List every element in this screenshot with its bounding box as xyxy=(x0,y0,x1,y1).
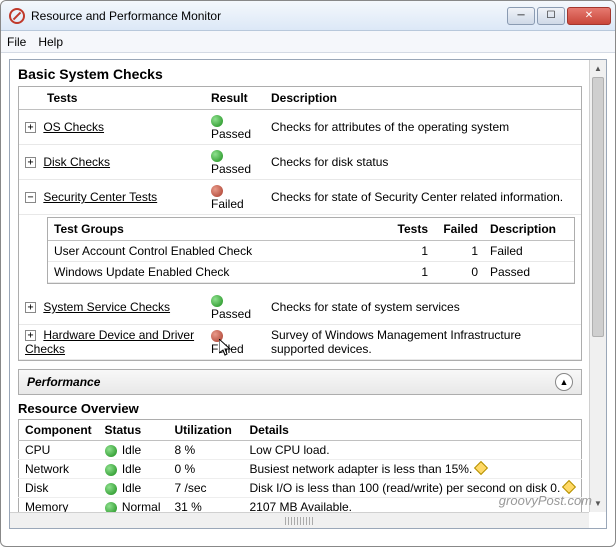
col-component: Component xyxy=(19,420,99,441)
subtable-row: User Account Control Enabled Check 1 1 F… xyxy=(48,241,574,262)
sub-name: User Account Control Enabled Check xyxy=(48,241,384,262)
sub-failed: 1 xyxy=(434,241,484,262)
desc-label: Checks for state of system services xyxy=(265,290,581,325)
subtable-header-row: Test Groups Tests Failed Description xyxy=(48,218,574,241)
col-sub-description: Description xyxy=(484,218,574,241)
close-button[interactable]: ✕ xyxy=(567,7,611,25)
collapse-button[interactable]: ▲ xyxy=(555,373,573,391)
basic-checks-panel: Tests Result Description + OS Checks Pas… xyxy=(18,86,582,361)
resource-row: Disk Idle 7 /sec Disk I/O is less than 1… xyxy=(19,479,582,498)
vertical-scrollbar[interactable]: ▲ ▼ xyxy=(589,60,606,512)
window-title: Resource and Performance Monitor xyxy=(31,9,507,23)
table-row: + OS Checks Passed Checks for attributes… xyxy=(19,110,581,145)
subtable-row: Windows Update Enabled Check 1 0 Passed xyxy=(48,262,574,283)
table-row: − Security Center Tests Failed Checks fo… xyxy=(19,180,581,215)
col-testgroups: Test Groups xyxy=(48,218,384,241)
resource-header-row: Component Status Utilization Details xyxy=(19,420,582,441)
scroll-up-icon[interactable]: ▲ xyxy=(590,60,606,77)
horizontal-scrollbar[interactable] xyxy=(10,512,589,528)
res-details: Busiest network adapter is less than 15%… xyxy=(250,462,473,476)
os-checks-link[interactable]: OS Checks xyxy=(43,120,104,134)
status-fail-icon xyxy=(211,330,223,342)
res-details: Low CPU load. xyxy=(244,441,582,460)
expand-icon[interactable]: + xyxy=(25,157,36,168)
minimize-button[interactable]: ─ xyxy=(507,7,535,25)
result-label: Passed xyxy=(211,307,251,321)
res-util: 8 % xyxy=(169,441,244,460)
system-service-link[interactable]: System Service Checks xyxy=(43,300,170,314)
result-label: Passed xyxy=(211,127,251,141)
table-header-row: Tests Result Description xyxy=(19,87,581,110)
desc-label: Checks for state of Security Center rela… xyxy=(265,180,581,215)
resource-table: Component Status Utilization Details CPU… xyxy=(18,419,582,517)
basic-checks-title: Basic System Checks xyxy=(18,66,582,82)
col-description: Description xyxy=(265,87,581,110)
sub-tests: 1 xyxy=(384,262,434,283)
status-fail-icon xyxy=(211,185,223,197)
resource-overview-title: Resource Overview xyxy=(18,401,582,416)
status-idle-icon xyxy=(105,483,117,495)
performance-title: Performance xyxy=(27,375,100,389)
status-idle-icon xyxy=(105,464,117,476)
desc-label: Checks for disk status xyxy=(265,145,581,180)
result-label: Failed xyxy=(211,342,244,356)
edit-icon[interactable] xyxy=(474,461,488,475)
menu-file[interactable]: File xyxy=(7,35,26,49)
collapse-icon[interactable]: − xyxy=(25,192,36,203)
res-name: CPU xyxy=(19,441,99,460)
sub-desc: Passed xyxy=(484,262,574,283)
scroll-thumb[interactable] xyxy=(592,77,604,337)
res-name: Disk xyxy=(19,479,99,498)
menubar: File Help xyxy=(1,31,615,53)
col-tests-count: Tests xyxy=(384,218,434,241)
res-util: 7 /sec xyxy=(169,479,244,498)
result-label: Failed xyxy=(211,197,244,211)
res-name: Network xyxy=(19,460,99,479)
hardware-device-link[interactable]: Hardware Device and Driver Checks xyxy=(25,328,194,356)
col-status: Status xyxy=(99,420,169,441)
res-status: Idle xyxy=(122,462,141,476)
sub-tests: 1 xyxy=(384,241,434,262)
edit-icon[interactable] xyxy=(562,480,576,494)
status-pass-icon xyxy=(211,115,223,127)
desc-label: Checks for attributes of the operating s… xyxy=(265,110,581,145)
sub-desc: Failed xyxy=(484,241,574,262)
expand-icon[interactable]: + xyxy=(25,330,36,341)
result-label: Passed xyxy=(211,162,251,176)
col-failed: Failed xyxy=(434,218,484,241)
table-row: + Hardware Device and Driver Checks Fail… xyxy=(19,325,581,360)
menu-help[interactable]: Help xyxy=(38,35,63,49)
security-center-link[interactable]: Security Center Tests xyxy=(43,190,157,204)
desc-label: Survey of Windows Management Infrastruct… xyxy=(265,325,581,360)
col-details: Details xyxy=(244,420,582,441)
resize-grip-icon[interactable] xyxy=(285,517,315,525)
res-util: 0 % xyxy=(169,460,244,479)
disk-checks-link[interactable]: Disk Checks xyxy=(43,155,110,169)
titlebar[interactable]: Resource and Performance Monitor ─ ☐ ✕ xyxy=(1,1,615,31)
col-tests: Tests xyxy=(19,87,205,110)
status-pass-icon xyxy=(211,150,223,162)
res-status: Idle xyxy=(122,481,141,495)
maximize-button[interactable]: ☐ xyxy=(537,7,565,25)
status-idle-icon xyxy=(105,445,117,457)
sub-name: Windows Update Enabled Check xyxy=(48,262,384,283)
resource-row: Network Idle 0 % Busiest network adapter… xyxy=(19,460,582,479)
table-row: + System Service Checks Passed Checks fo… xyxy=(19,290,581,325)
sub-failed: 0 xyxy=(434,262,484,283)
app-icon xyxy=(9,8,25,24)
table-row: + Disk Checks Passed Checks for disk sta… xyxy=(19,145,581,180)
col-utilization: Utilization xyxy=(169,420,244,441)
col-result: Result xyxy=(205,87,265,110)
expand-icon[interactable]: + xyxy=(25,122,36,133)
resource-row: CPU Idle 8 % Low CPU load. xyxy=(19,441,582,460)
status-pass-icon xyxy=(211,295,223,307)
res-status: Idle xyxy=(122,443,141,457)
performance-header[interactable]: Performance ▲ xyxy=(18,369,582,395)
security-subtable: Test Groups Tests Failed Description Use… xyxy=(47,217,575,284)
res-details: Disk I/O is less than 100 (read/write) p… xyxy=(250,481,561,495)
scroll-down-icon[interactable]: ▼ xyxy=(590,495,606,512)
expand-icon[interactable]: + xyxy=(25,302,36,313)
